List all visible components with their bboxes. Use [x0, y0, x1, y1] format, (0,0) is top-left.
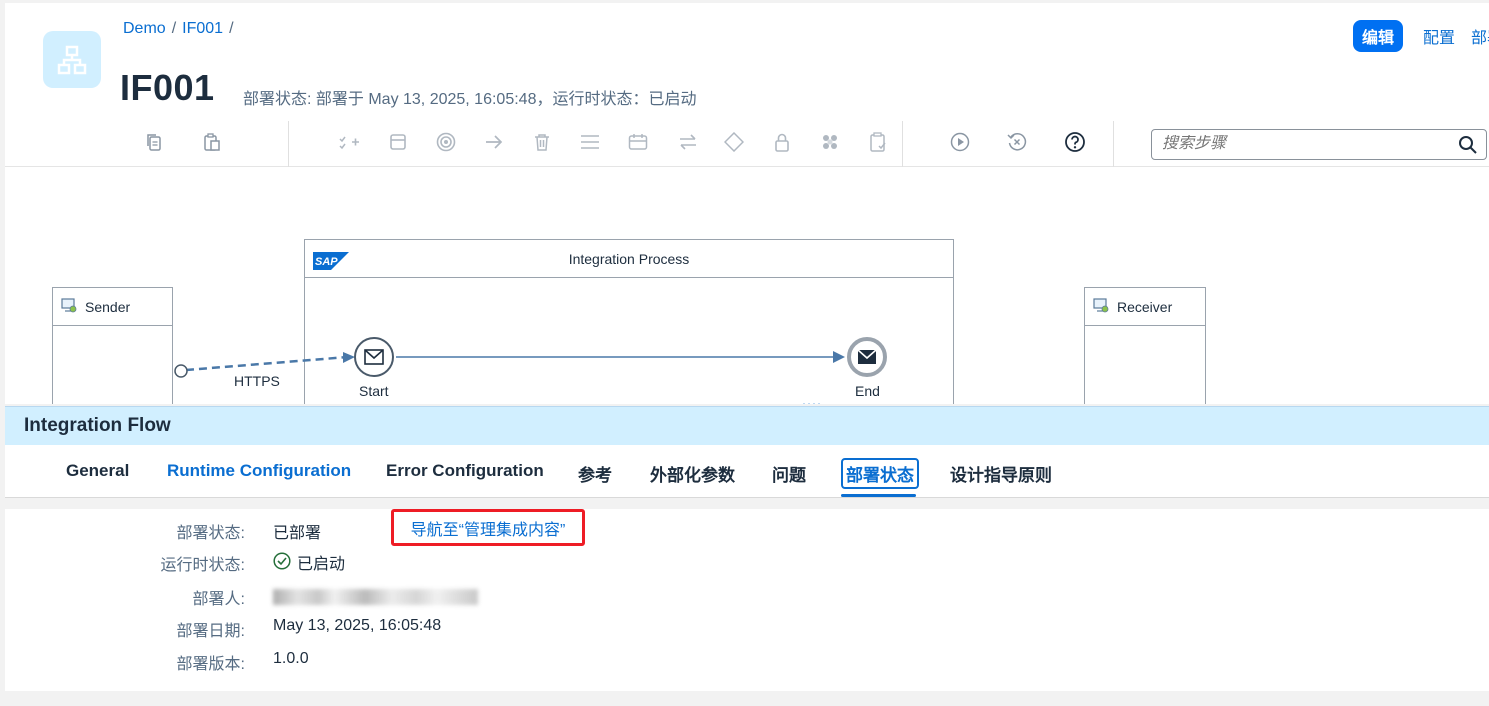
- integration-flow-app-icon: [43, 31, 101, 88]
- transfer-icon[interactable]: [675, 129, 701, 155]
- reset-simulation-icon[interactable]: [1004, 129, 1030, 155]
- search-steps-field[interactable]: [1151, 129, 1487, 160]
- arrow-right-icon[interactable]: [481, 129, 507, 155]
- configure-button[interactable]: 配置: [1415, 20, 1463, 52]
- deploy-date-row: 部署日期: May 13, 2025, 16:05:48: [5, 617, 705, 647]
- calendar-icon[interactable]: [625, 129, 651, 155]
- integration-flow-canvas[interactable]: Sender SAP Integration Process Receiver: [5, 167, 1489, 404]
- runtime-status-row: 运行时状态: 已启动: [5, 551, 705, 581]
- deploy-status-value: 已部署: [273, 525, 322, 542]
- breadcrumb-separator: /: [229, 20, 234, 37]
- page-subtitle-status: 部署状态: 部署于 May 13, 2025, 16:05:48，运行时状态：已…: [243, 91, 697, 108]
- header-actions: 编辑 配置 部署: [1352, 20, 1489, 52]
- end-event-label: End: [855, 383, 880, 399]
- search-icon[interactable]: [1458, 135, 1478, 160]
- deployment-status-details: 部署状态: 已部署 导航至“管理集成内容” 运行时状态: 已启动 部署人: 部署…: [5, 509, 1489, 691]
- breadcrumb: Demo / IF001 /: [123, 20, 236, 38]
- envelope-icon: [364, 349, 384, 365]
- breadcrumb-link-demo[interactable]: Demo: [123, 20, 166, 38]
- deployer-row: 部署人:: [5, 585, 705, 615]
- deploy-date-label: 部署日期:: [176, 623, 245, 640]
- deploy-status-row: 部署状态: 已部署: [5, 519, 705, 549]
- package-icon[interactable]: [817, 129, 843, 155]
- properties-tab-bar: General Runtime Configuration Error Conf…: [5, 445, 1489, 498]
- deploy-version-value: 1.0.0: [273, 650, 309, 667]
- check-circle-icon: [273, 551, 291, 570]
- deploy-date-value: May 13, 2025, 16:05:48: [273, 617, 442, 634]
- clipboard-check-icon[interactable]: [865, 129, 891, 155]
- end-event[interactable]: [847, 337, 887, 377]
- navigate-to-manage-content-link[interactable]: 导航至“管理集成内容”: [391, 509, 585, 546]
- object-page-header: Demo / IF001 / IF001 部署状态: 部署于 May 13, 2…: [5, 3, 1489, 167]
- https-message-flow: [185, 355, 349, 372]
- navigate-link-text[interactable]: 导航至“管理集成内容”: [411, 516, 566, 540]
- deployer-value-redacted: [273, 589, 478, 605]
- search-steps-input[interactable]: [1162, 135, 1442, 153]
- toolbar-separator: [1113, 121, 1114, 167]
- flow-connectors: [174, 351, 845, 378]
- gateway-icon[interactable]: [721, 129, 747, 155]
- runtime-status-value: 已启动: [273, 547, 345, 574]
- paste-icon[interactable]: [199, 129, 225, 155]
- menu-icon[interactable]: [577, 129, 603, 155]
- page: Demo / IF001 / IF001 部署状态: 部署于 May 13, 2…: [0, 0, 1489, 706]
- https-adapter-label[interactable]: HTTPS: [234, 373, 280, 389]
- tab-error-configuration[interactable]: Error Configuration: [386, 461, 544, 481]
- copy-icon[interactable]: [141, 129, 167, 155]
- tab-externalized-parameters[interactable]: 外部化参数: [650, 461, 735, 486]
- participant-icon[interactable]: [385, 129, 411, 155]
- resize-grip-icon[interactable]: [801, 400, 821, 404]
- deploy-status-label: 部署状态:: [176, 525, 245, 542]
- breadcrumb-separator: /: [171, 20, 177, 37]
- tab-runtime-configuration[interactable]: Runtime Configuration: [167, 461, 351, 481]
- runtime-status-text: 已启动: [297, 556, 346, 573]
- tab-deployment-status[interactable]: 部署状态: [841, 458, 919, 489]
- tab-references[interactable]: 参考: [578, 461, 612, 486]
- deploy-version-label: 部署版本:: [176, 656, 245, 673]
- simulate-play-icon[interactable]: [947, 129, 973, 155]
- active-tab-indicator: [841, 494, 916, 497]
- add-step-icon[interactable]: [336, 129, 362, 155]
- envelope-filled-icon: [857, 349, 877, 364]
- toolbar-separator: [288, 121, 289, 167]
- tab-problems[interactable]: 问题: [772, 461, 806, 486]
- tab-design-guidelines[interactable]: 设计指导原则: [950, 461, 1052, 486]
- target-icon[interactable]: [433, 129, 459, 155]
- deploy-button[interactable]: 部署: [1463, 20, 1489, 52]
- delete-icon[interactable]: [529, 129, 555, 155]
- tab-general[interactable]: General: [66, 461, 129, 481]
- deployer-label: 部署人:: [192, 591, 245, 608]
- start-event[interactable]: [354, 337, 394, 377]
- runtime-status-label: 运行时状态:: [160, 557, 245, 574]
- toolbar-separator: [902, 121, 903, 167]
- diagram-toolbar: [5, 121, 1489, 167]
- page-title: IF001: [120, 67, 215, 108]
- properties-panel-title: Integration Flow: [5, 406, 1489, 445]
- start-event-label: Start: [359, 383, 389, 399]
- help-icon[interactable]: [1062, 129, 1088, 155]
- breadcrumb-link-if001[interactable]: IF001: [182, 20, 223, 38]
- edit-button[interactable]: 编辑: [1352, 20, 1403, 52]
- deploy-version-row: 部署版本: 1.0.0: [5, 650, 705, 680]
- lock-icon[interactable]: [769, 129, 795, 155]
